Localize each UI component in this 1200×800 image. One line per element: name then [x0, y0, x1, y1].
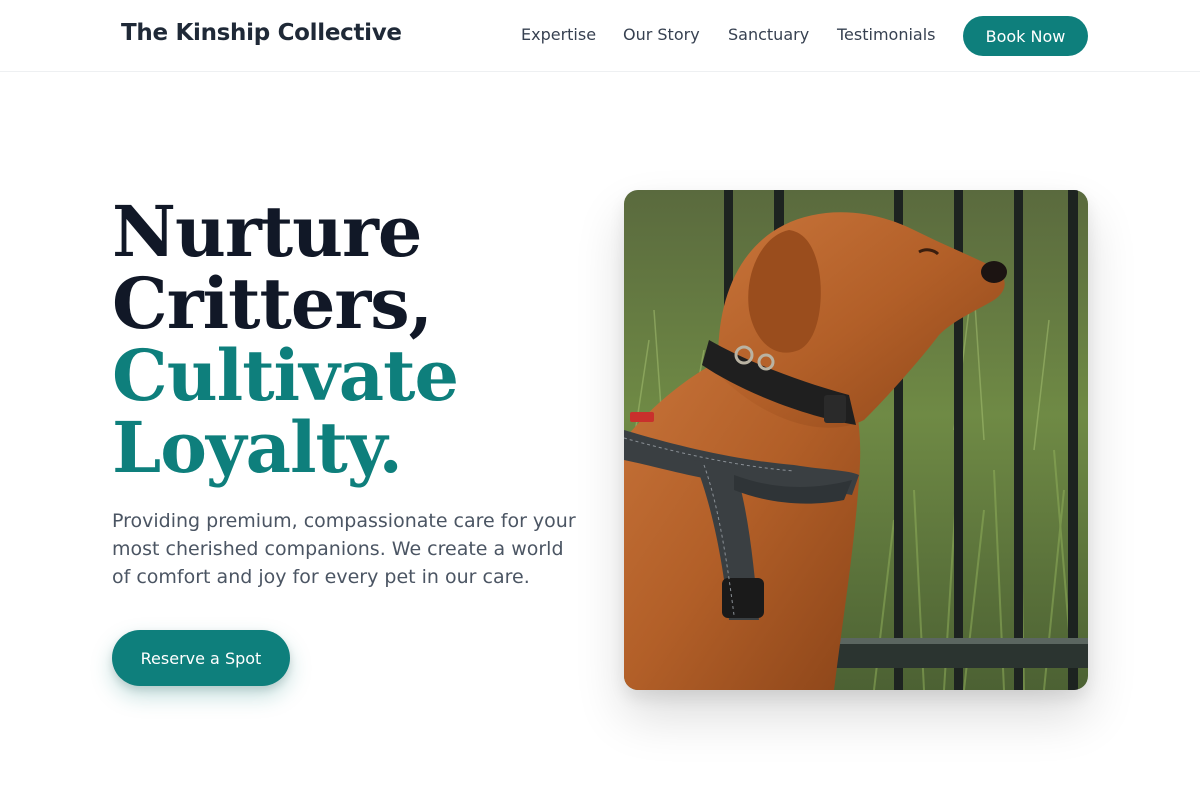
brand-logo-text[interactable]: The Kinship Collective	[121, 20, 402, 46]
nav-link-testimonials[interactable]: Testimonials	[837, 25, 936, 44]
book-now-button[interactable]: Book Now	[963, 16, 1088, 56]
dog-photo	[624, 190, 1088, 690]
hero-headline: Nurture Critters, Cultivate Loyalty.	[112, 196, 592, 484]
hero-description: Providing premium, compassionate care fo…	[112, 510, 576, 588]
nav-link-sanctuary[interactable]: Sanctuary	[728, 25, 809, 44]
nav-link-expertise[interactable]: Expertise	[521, 25, 596, 44]
nav-link-our-story[interactable]: Our Story	[623, 25, 700, 44]
headline-line-3: Cultivate	[112, 334, 459, 417]
top-navbar: The Kinship Collective Expertise Our Sto…	[0, 0, 1200, 72]
headline-line-2: Critters,	[112, 262, 433, 345]
headline-line-4: Loyalty.	[112, 406, 403, 489]
reserve-spot-button[interactable]: Reserve a Spot	[112, 630, 290, 686]
headline-line-1: Nurture	[112, 190, 422, 273]
